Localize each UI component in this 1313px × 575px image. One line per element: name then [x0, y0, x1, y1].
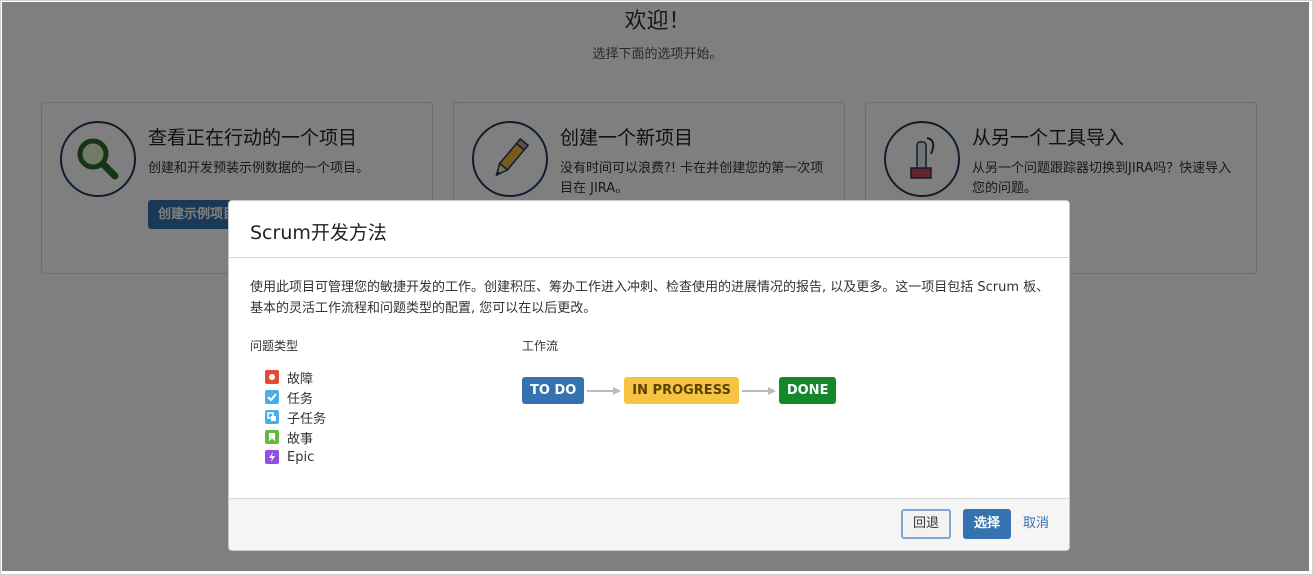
select-button[interactable]: 选择 — [962, 509, 1011, 539]
dialog-header: Scrum开发方法 — [229, 201, 1069, 258]
issue-types-label: 问题类型 — [250, 339, 299, 353]
list-item: 任务 — [265, 387, 326, 407]
workflow-label: 工作流 — [522, 339, 559, 353]
cancel-link[interactable]: 取消 — [1023, 509, 1049, 539]
epic-icon — [265, 450, 279, 464]
status-done: DONE — [778, 377, 837, 404]
issue-type-label: 任务 — [287, 391, 314, 407]
dialog-description: 使用此项目可管理您的敏捷开发的工作。创建积压、筹办工作进入冲刺、检查使用的进展情… — [250, 280, 1050, 316]
list-item: Epic — [265, 447, 326, 467]
issue-type-label: 故事 — [287, 431, 314, 447]
issue-type-label: Epic — [287, 449, 315, 465]
list-item: 故事 — [265, 427, 326, 447]
issue-type-label: 子任务 — [287, 411, 327, 427]
subtask-icon — [265, 410, 279, 424]
bug-icon — [265, 370, 279, 384]
issue-type-label: 故障 — [287, 371, 314, 387]
task-icon — [265, 390, 279, 404]
dialog-footer: 回退 选择 取消 — [229, 498, 1069, 550]
workflow-diagram: TO DO IN PROGRESS DONE — [522, 377, 837, 404]
scrum-dialog: Scrum开发方法 使用此项目可管理您的敏捷开发的工作。创建积压、筹办工作进入冲… — [228, 200, 1070, 551]
issue-type-list: 故障 任务 子任务 故事 Epic — [265, 367, 326, 467]
back-button[interactable]: 回退 — [900, 509, 951, 539]
list-item: 故障 — [265, 367, 326, 387]
dialog-title: Scrum开发方法 — [250, 222, 387, 244]
status-todo: TO DO — [522, 377, 585, 404]
story-icon — [265, 430, 279, 444]
status-in-progress: IN PROGRESS — [624, 377, 739, 404]
list-item: 子任务 — [265, 407, 326, 427]
arrow-right-icon — [584, 377, 624, 404]
arrow-right-icon — [739, 377, 779, 404]
